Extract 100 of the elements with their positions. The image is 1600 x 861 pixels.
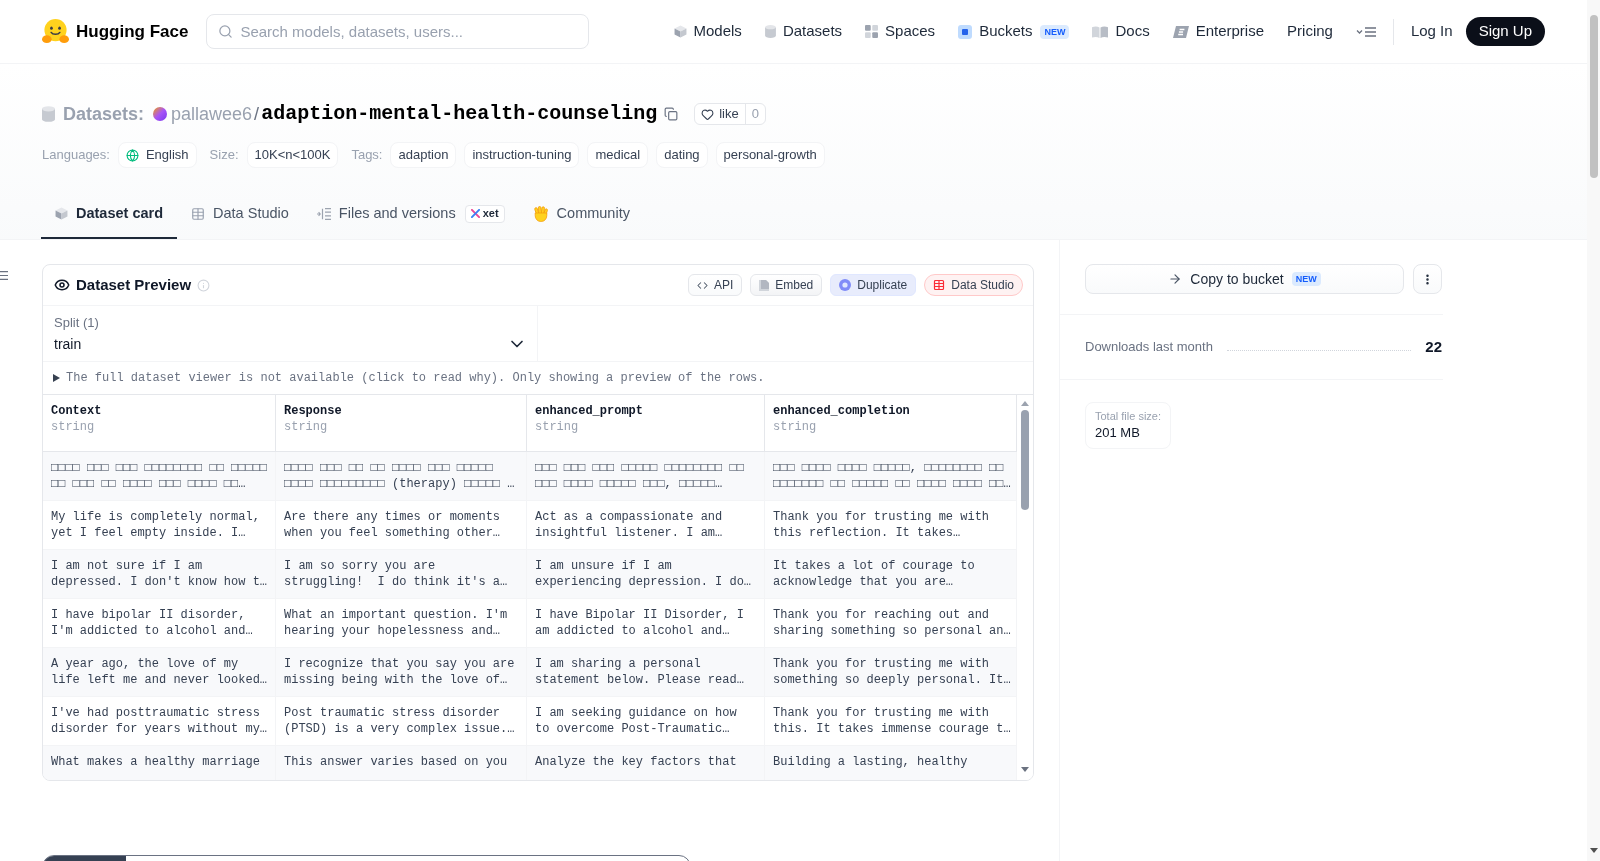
downloads-count: 22 — [1425, 336, 1442, 357]
file-size-value: 201 MB — [1095, 424, 1141, 442]
column-type: string — [773, 419, 818, 435]
tag-chip[interactable]: medical — [587, 142, 649, 168]
more-menu-button[interactable] — [1355, 26, 1376, 37]
tab[interactable]: Dataset card — [41, 190, 178, 239]
heart-icon — [701, 107, 715, 121]
new-badge: NEW — [1040, 24, 1070, 39]
tag-chip[interactable]: English — [117, 142, 197, 168]
table-icon — [933, 279, 946, 291]
table-cell: □□□□ □□□ □□ □□ □□□□ □□□ □□□□□ □□□□ □□□□□□□□□ (therapy) □□□□□ … — [276, 452, 527, 500]
cube-icon — [673, 25, 687, 38]
toolbar-button[interactable]: Duplicate — [830, 274, 917, 296]
eye-icon — [54, 277, 70, 293]
tag-group-label: Size: — [209, 146, 239, 165]
square-tile-icon — [958, 24, 973, 39]
table-cell: I am not sure if I am depressed. I don't know how t… — [43, 550, 276, 598]
logo-link[interactable]: Hugging Face — [42, 18, 189, 45]
nav-link[interactable]: Pricing — [1287, 20, 1333, 43]
scroll-down-icon[interactable] — [1021, 767, 1029, 772]
table-cell: A year ago, the love of my life left me and never looked… — [43, 648, 276, 696]
file-size-label: Total file size: — [1095, 409, 1162, 424]
tag-chip[interactable]: adaption — [390, 142, 457, 168]
sign-up-button[interactable]: Sign Up — [1465, 17, 1545, 46]
tag-chip[interactable]: instruction-tuning — [464, 142, 580, 168]
split-select[interactable]: train — [54, 334, 527, 354]
table-cell: I am unsure if I am experiencing depression. I do… — [527, 550, 765, 598]
more-options-button[interactable] — [1413, 264, 1442, 294]
copy-icon — [664, 107, 679, 121]
split-label: Split (1) — [54, 315, 100, 331]
scroll-up-icon[interactable] — [1021, 401, 1029, 406]
column-name: enhanced_prompt — [535, 403, 645, 419]
table-cell: What an important question. I'm hearing your hopelessness and… — [276, 599, 527, 647]
file-icon — [759, 279, 770, 291]
new-badge: NEW — [1291, 272, 1321, 286]
log-in-link[interactable]: Log In — [1410, 20, 1453, 43]
toolbar-button[interactable]: API — [687, 274, 743, 296]
scrollbar-thumb[interactable] — [1589, 15, 1598, 178]
like-count: 0 — [744, 104, 765, 124]
tag-chip[interactable]: 10K<n<100K — [246, 142, 339, 168]
copy-button[interactable] — [664, 107, 679, 121]
column-type: string — [535, 419, 580, 435]
menu-lines-icon[interactable] — [0, 271, 8, 280]
tag-chip[interactable]: personal-growth — [715, 142, 825, 168]
tab[interactable]: Files and versions xet — [302, 190, 519, 239]
globe-icon — [125, 148, 139, 162]
tag-group-label: Languages: — [42, 146, 110, 165]
column-type: string — [284, 419, 329, 435]
tag-group-label: Tags: — [351, 146, 383, 165]
table-cell: Act as a compassionate and insightful listener. I am… — [527, 501, 765, 549]
tab[interactable]: Data Studio — [177, 190, 303, 239]
code-icon — [696, 279, 708, 291]
like-button[interactable]: like 0 — [694, 103, 766, 125]
tag-chip[interactable]: dating — [656, 142, 708, 168]
nav-link[interactable]: Docs — [1092, 20, 1150, 43]
nav-link[interactable]: Models — [673, 20, 742, 43]
slanted-tile-icon — [1172, 25, 1189, 38]
book-icon — [1092, 25, 1109, 38]
table-cell: What makes a healthy marriage — [43, 746, 276, 780]
like-label: like — [719, 105, 739, 124]
search-field[interactable]: Search models, datasets, users... — [206, 14, 590, 49]
table-cell: □□□□ □□□ □□□ □□□□□□□□ □□ □□□□□ □□ □□□ □□ □□□□ □□□ □□□□ □□… — [43, 452, 276, 500]
repo-name[interactable]: adaption-mental-health-counseling — [261, 99, 658, 129]
smiley-logo-icon — [42, 18, 69, 45]
toolbar-button[interactable]: Data Studio — [924, 274, 1023, 296]
column-type: string — [51, 419, 96, 435]
path-separator: / — [254, 102, 260, 126]
grid-icon — [865, 25, 879, 38]
database-icon — [42, 106, 55, 122]
table-cell: I am so sorry you are struggling! I do think it's a… — [276, 550, 527, 598]
nav-link[interactable]: Buckets NEW — [958, 20, 1070, 43]
brand-name[interactable]: Hugging Face — [76, 18, 189, 45]
table-cell: I am sharing a personal statement below. Please read… — [527, 648, 765, 696]
triangle-right-icon — [53, 374, 60, 382]
cube-icon — [55, 207, 68, 220]
viewer-notice[interactable]: The full dataset viewer is not available (click to read why). Only showing a preview of the rows. — [43, 362, 1033, 395]
toolbar-button[interactable]: Embed — [750, 274, 823, 296]
downloads-label: Downloads last month — [1085, 338, 1213, 357]
nav-link[interactable]: Datasets — [764, 20, 843, 43]
database-icon — [764, 25, 776, 38]
table-cell: I am seeking guidance on how to overcome Post-Traumatic… — [527, 697, 765, 745]
avatar-icon — [153, 107, 168, 121]
nav-link[interactable]: Enterprise — [1172, 20, 1265, 43]
table-icon — [191, 206, 206, 221]
table-cell: Post traumatic stress disorder (PTSD) is a very complex issue.… — [276, 697, 527, 745]
table-cell: Are there any times or moments when you feel something other… — [276, 501, 527, 549]
table-cell: Analyze the key factors that — [527, 746, 765, 780]
column-name: Context — [51, 403, 103, 419]
tab[interactable]: Community — [518, 190, 644, 239]
scroll-down-icon[interactable] — [1589, 848, 1598, 853]
nav-link[interactable]: Spaces — [865, 20, 936, 43]
column-name: Response — [284, 403, 343, 419]
column-name: enhanced_completion — [773, 403, 911, 419]
chevron-list-icon — [1355, 26, 1376, 37]
table-cell: □□□ □□□ □□□ □□□□□ □□□□□□□□ □□ □□□ □□□□ □□□□□ □□□, □□□□□… — [527, 452, 765, 500]
scrollbar-thumb[interactable] — [1021, 410, 1029, 510]
table-cell: My life is completely normal, yet I feel empty inside. I… — [43, 501, 276, 549]
copy-to-bucket-button[interactable]: Copy to bucket NEW — [1085, 264, 1405, 294]
disc-icon — [839, 279, 852, 291]
table-cell: I recognize that you say you are missing being with the love of… — [276, 648, 527, 696]
